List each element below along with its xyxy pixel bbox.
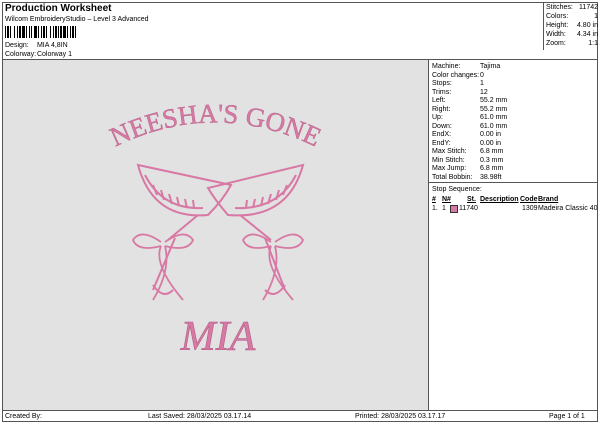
stat-row: Zoom: 1:1 bbox=[546, 40, 598, 47]
row-stitches: 11740 bbox=[459, 205, 478, 212]
machine-info-label: Min Stitch: bbox=[432, 156, 465, 164]
machine-info-row: EndY: 0.00 in bbox=[432, 140, 501, 147]
colorway-row: Colorway: Colorway 1 bbox=[5, 51, 72, 58]
design-row: Design: MIA 4,8IN bbox=[5, 42, 68, 49]
machine-info-label: Left: bbox=[432, 97, 446, 104]
embroidery-design-artwork: NEESHA'S GONE MIA bbox=[105, 98, 326, 360]
stat-row: Stitches: 11742 bbox=[546, 4, 598, 11]
col-num: # bbox=[432, 196, 436, 203]
machine-info-label: Stops: bbox=[432, 80, 452, 87]
machine-info-label: Right: bbox=[432, 105, 451, 113]
machine-info-row: Total Bobbin: 38.98ft bbox=[432, 174, 501, 181]
machine-info-value: 1 bbox=[480, 80, 484, 87]
footer-last-saved: Last Saved: 28/03/2025 03.17.14 bbox=[148, 413, 252, 420]
glass-right-icon bbox=[206, 163, 305, 295]
machine-info-value: 55.2 mm bbox=[480, 105, 508, 113]
col-brand: Brand bbox=[538, 196, 559, 203]
machine-info-value: 55.2 mm bbox=[480, 97, 508, 104]
stat-row: Height: 4.80 in bbox=[546, 22, 598, 29]
machine-info-row: Max Jump: 6.8 mm bbox=[432, 165, 503, 172]
col-code: Code bbox=[520, 196, 538, 203]
machine-info-row: Left: 55.2 mm bbox=[432, 97, 507, 104]
stat-row: Colors: 1 bbox=[546, 13, 598, 20]
machine-info-label: Down: bbox=[432, 122, 452, 130]
machine-info-value: 0.3 mm bbox=[480, 156, 504, 164]
glass-left-icon bbox=[136, 163, 233, 295]
machine-info-value: 0.00 in bbox=[480, 139, 502, 147]
bow-right-icon bbox=[241, 233, 305, 301]
header-divider bbox=[543, 2, 544, 50]
machine-info-row: Trims: 12 bbox=[432, 89, 488, 96]
machine-info-row: Min Stitch: 0.3 mm bbox=[432, 157, 503, 164]
design-value: MIA 4,8IN bbox=[36, 42, 68, 49]
machine-info-row: Stops: 1 bbox=[432, 80, 484, 87]
stop-sequence-rule bbox=[429, 182, 598, 183]
footer-page: Page 1 of 1 bbox=[549, 413, 585, 420]
row-brand: Madeira Classic 40 bbox=[538, 205, 598, 212]
machine-info-value: Tajima bbox=[480, 63, 501, 70]
machine-info-row: Max Stitch: 6.8 mm bbox=[432, 148, 503, 155]
col-n: N# bbox=[442, 196, 451, 203]
machine-info-label: Max Stitch: bbox=[432, 148, 467, 155]
machine-info-value: 12 bbox=[480, 88, 488, 96]
machine-info-label: Color changes: bbox=[432, 71, 480, 79]
machine-info-row: Right: 55.2 mm bbox=[432, 106, 507, 113]
machine-info-label: Trims: bbox=[432, 88, 452, 96]
machine-info-value: 6.8 mm bbox=[480, 148, 504, 155]
row-num: 1. bbox=[432, 205, 438, 212]
machine-info-row: Color changes:0 bbox=[432, 72, 484, 79]
machine-info-value: 0 bbox=[480, 71, 484, 79]
machine-info-row: Machine: Tajima bbox=[432, 63, 500, 70]
machine-info-value: 0.00 in bbox=[480, 131, 502, 138]
design-preview: NEESHA'S GONE MIA bbox=[3, 60, 429, 410]
row-n: 1 bbox=[442, 205, 446, 212]
footer-created-by: Created By: bbox=[5, 413, 42, 420]
thread-color-swatch bbox=[450, 205, 458, 213]
machine-info-value: 6.8 mm bbox=[480, 165, 504, 172]
page-title: Production Worksheet bbox=[5, 3, 112, 14]
name-text: MIA bbox=[180, 314, 256, 360]
arc-text: NEESHA'S GONE bbox=[105, 98, 325, 152]
machine-info-row: EndX: 0.00 in bbox=[432, 131, 501, 138]
machine-info-label: Max Jump: bbox=[432, 165, 467, 172]
machine-info-label: Machine: bbox=[432, 63, 461, 70]
col-stitches: St. bbox=[467, 196, 476, 203]
design-label: Design: bbox=[5, 42, 29, 49]
machine-info-value: 61.0 mm bbox=[480, 122, 508, 130]
machine-info-label: EndX: bbox=[432, 131, 452, 138]
colorway-label: Colorway: bbox=[5, 51, 37, 58]
machine-info-label: Up: bbox=[432, 114, 443, 121]
machine-info-row: Down: 61.0 mm bbox=[432, 123, 507, 130]
machine-info-label: Total Bobbin: bbox=[432, 173, 473, 181]
machine-info-value: 61.0 mm bbox=[480, 114, 508, 121]
col-description: Description bbox=[480, 196, 519, 203]
footer-printed: Printed: 28/03/2025 03.17.17 bbox=[355, 413, 446, 420]
software-subtitle: Wilcom EmbroideryStudio – Level 3 Advanc… bbox=[5, 16, 149, 23]
barcode-icon bbox=[5, 26, 105, 38]
row-code: 1309 bbox=[522, 205, 538, 212]
machine-info-value: 38.98ft bbox=[480, 173, 502, 181]
stat-row: Width: 4.34 in bbox=[546, 31, 598, 38]
colorway-value: Colorway 1 bbox=[36, 51, 72, 58]
stop-sequence-title: Stop Sequence: bbox=[432, 186, 482, 193]
footer-rule bbox=[2, 410, 598, 411]
machine-info-label: EndY: bbox=[432, 139, 451, 147]
machine-info-row: Up: 61.0 mm bbox=[432, 114, 507, 121]
